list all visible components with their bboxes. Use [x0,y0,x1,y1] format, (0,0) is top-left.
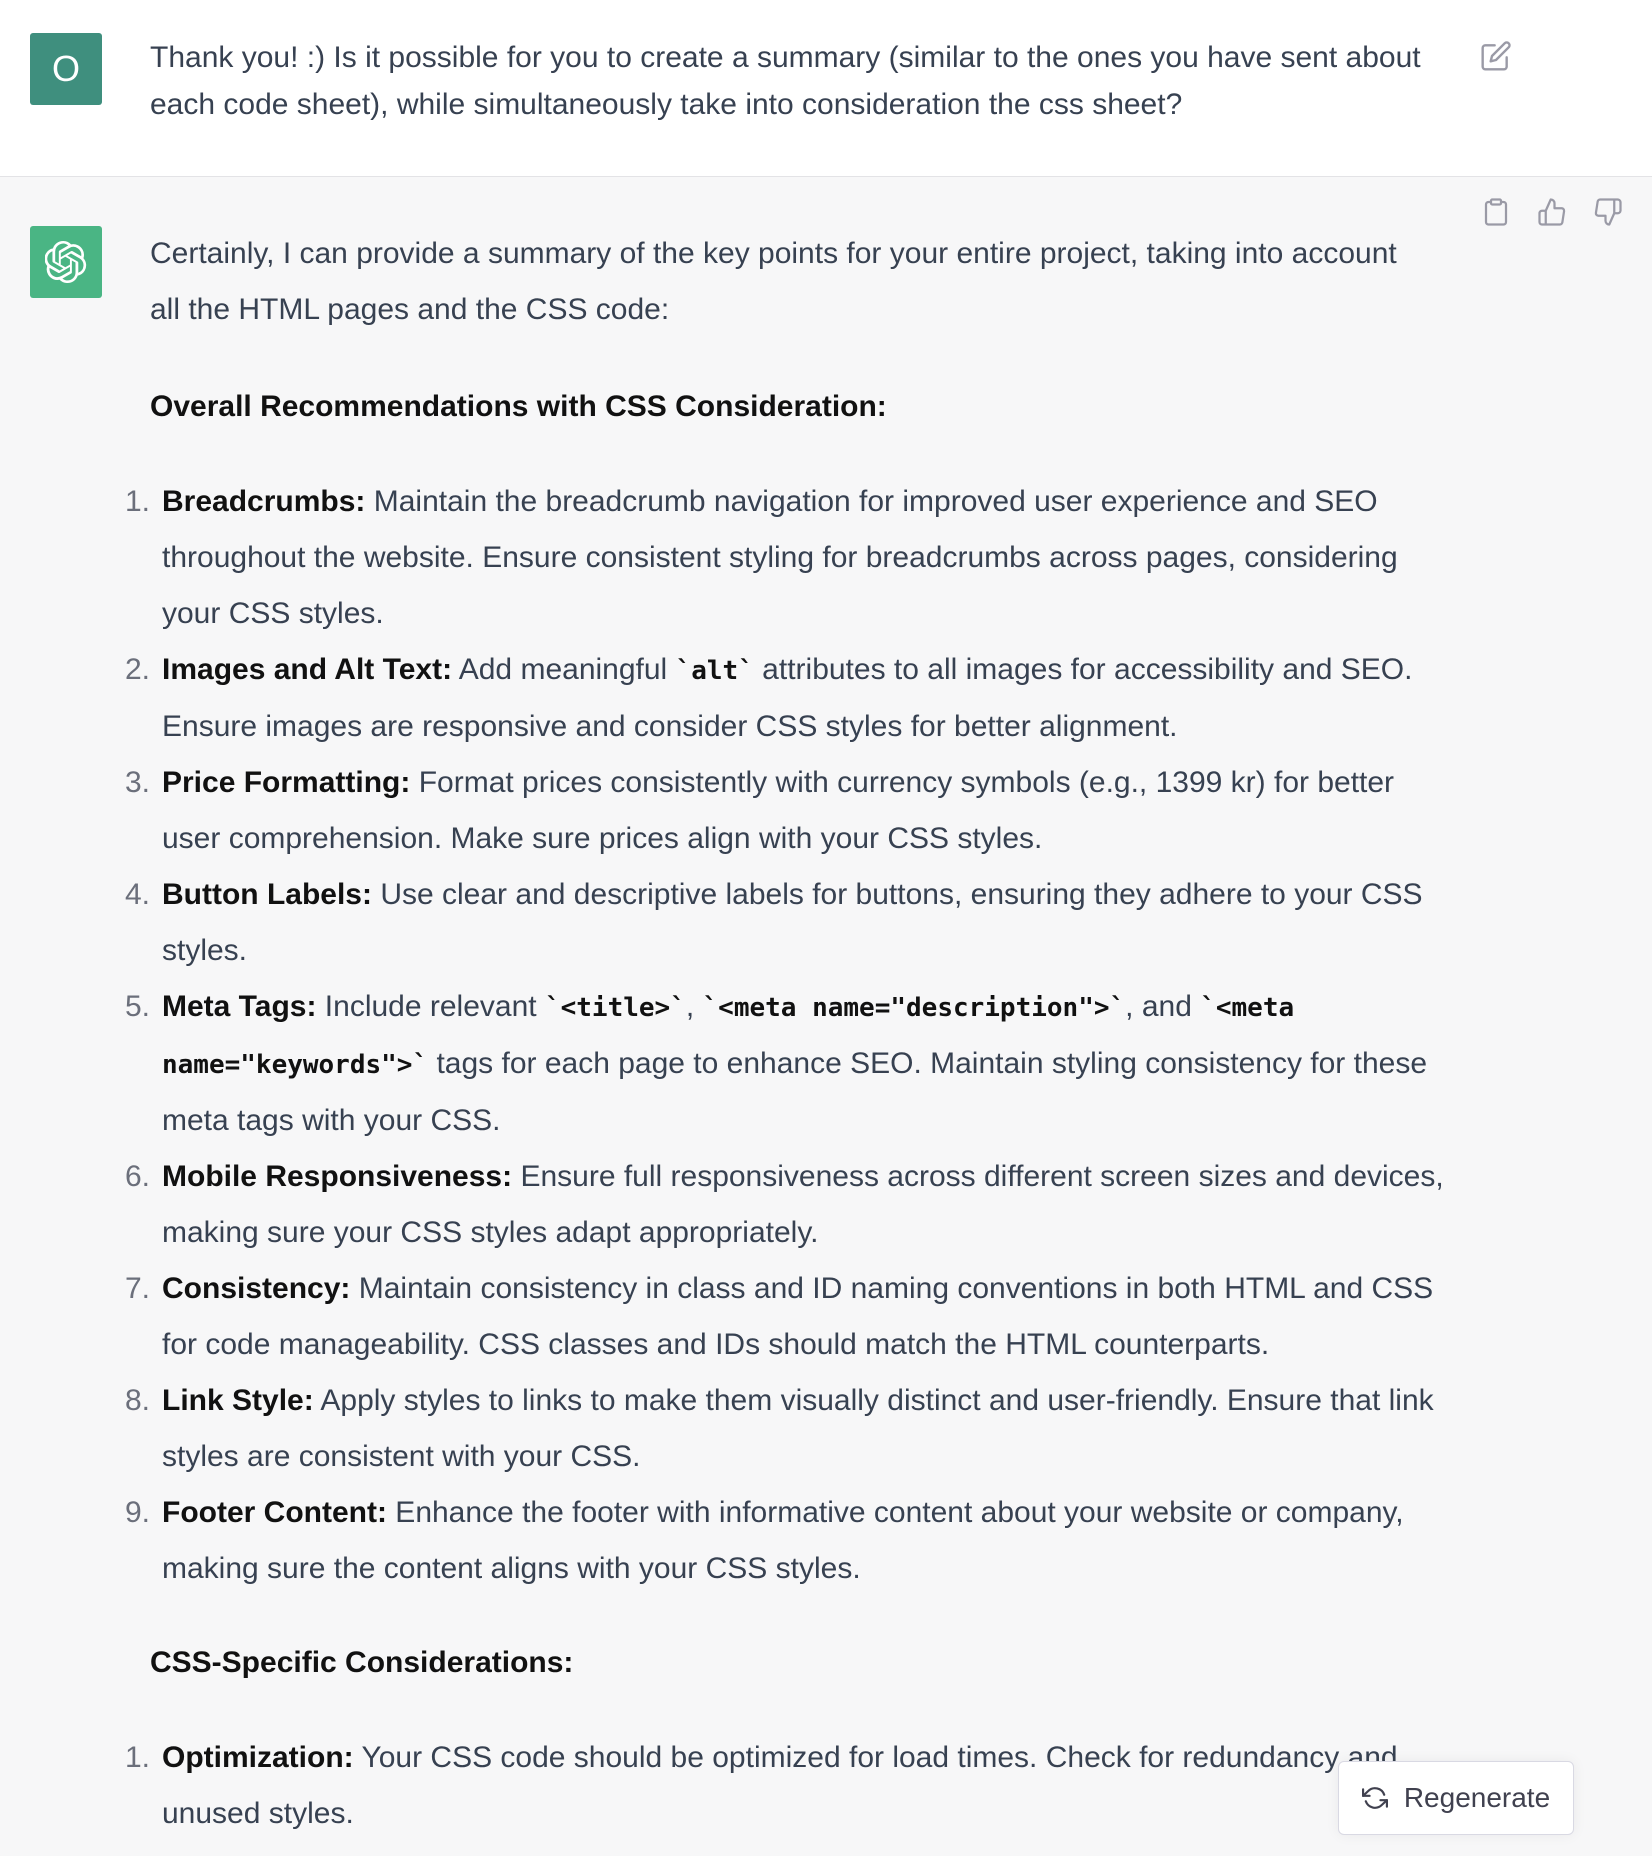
section-heading-css: CSS-Specific Considerations: [150,1646,574,1679]
thumbs-up-button[interactable] [1534,194,1570,230]
list-number: 6. [124,1160,150,1193]
list-item-title: Consistency: [162,1272,351,1305]
list-item: 3. Price Formatting: Format prices consi… [110,755,1460,867]
edit-button[interactable] [1478,38,1514,74]
list-item: 2. Images and Alt Text: Add meaningful `… [110,642,1460,755]
list-item-title: Button Labels: [162,878,372,911]
user-message: O Thank you! :) Is it possible for you t… [0,0,1652,177]
list-item-title: Mobile Responsiveness: [162,1160,513,1193]
regenerate-icon [1361,1787,1388,1809]
user-message-text: Thank you! :) Is it possible for you to … [150,41,1421,121]
css-considerations-list: 1. Optimization: Your CSS code should be… [110,1730,1460,1842]
list-item-text: Maintain consistency in class and ID nam… [162,1272,1434,1361]
assistant-message: Certainly, I can provide a summary of th… [0,177,1652,1856]
list-item: 9. Footer Content: Enhance the footer wi… [110,1485,1460,1597]
list-item: 8. Link Style: Apply styles to links to … [110,1373,1460,1485]
list-item: 7. Consistency: Maintain consistency in … [110,1261,1460,1373]
user-avatar-letter: O [51,48,80,89]
assistant-intro: Certainly, I can provide a summary of th… [150,237,1397,326]
assistant-avatar [30,226,102,298]
list-item-text: Include relevant [316,990,545,1023]
inline-code: `<meta name="description">` [702,993,1126,1023]
list-item-title: Optimization: [162,1741,354,1774]
list-item-text: Add meaningful [452,653,676,686]
regenerate-button[interactable]: Regenerate [1338,1761,1574,1835]
copy-button[interactable] [1478,194,1514,230]
list-item-title: Footer Content: [162,1496,387,1529]
list-item-title: Meta Tags: [162,990,317,1023]
list-item: 5. Meta Tags: Include relevant `<title>`… [110,979,1460,1149]
list-item: 6. Mobile Responsiveness: Ensure full re… [110,1149,1460,1261]
list-number: 5. [124,990,150,1023]
user-avatar: O [30,33,102,105]
openai-logo-icon [45,241,87,283]
recommendations-list: 1. Breadcrumbs: Maintain the breadcrumb … [110,474,1460,1597]
thumbs-down-button[interactable] [1590,194,1626,230]
inline-code: `<title>` [544,993,686,1023]
list-number: 2. [124,653,150,686]
list-item-text: , [685,990,703,1023]
thumbs-down-icon [1594,198,1622,226]
regenerate-label: Regenerate [1403,1782,1551,1813]
list-number: 9. [124,1496,150,1529]
copy-icon [1484,198,1508,226]
list-item-text: , and [1125,990,1201,1023]
list-number: 3. [124,766,150,799]
list-number: 1. [124,485,150,518]
section-heading-overall: Overall Recommendations with CSS Conside… [150,390,887,423]
list-item: 4. Button Labels: Use clear and descript… [110,867,1460,979]
list-item-text: Apply styles to links to make them visua… [162,1384,1434,1473]
list-item-title: Price Formatting: [162,766,411,799]
list-item: 1. Optimization: Your CSS code should be… [110,1730,1460,1842]
list-item-title: Link Style: [162,1384,314,1417]
thumbs-up-icon [1538,198,1566,226]
list-item-title: Breadcrumbs: [162,485,366,518]
list-item-title: Images and Alt Text: [162,653,453,686]
list-number: 4. [124,878,150,911]
inline-code: `alt` [675,656,754,686]
list-number: 8. [124,1384,150,1417]
list-item: 1. Breadcrumbs: Maintain the breadcrumb … [110,474,1460,642]
list-number: 1. [124,1741,150,1774]
edit-icon [1481,41,1511,71]
list-number: 7. [124,1272,150,1305]
